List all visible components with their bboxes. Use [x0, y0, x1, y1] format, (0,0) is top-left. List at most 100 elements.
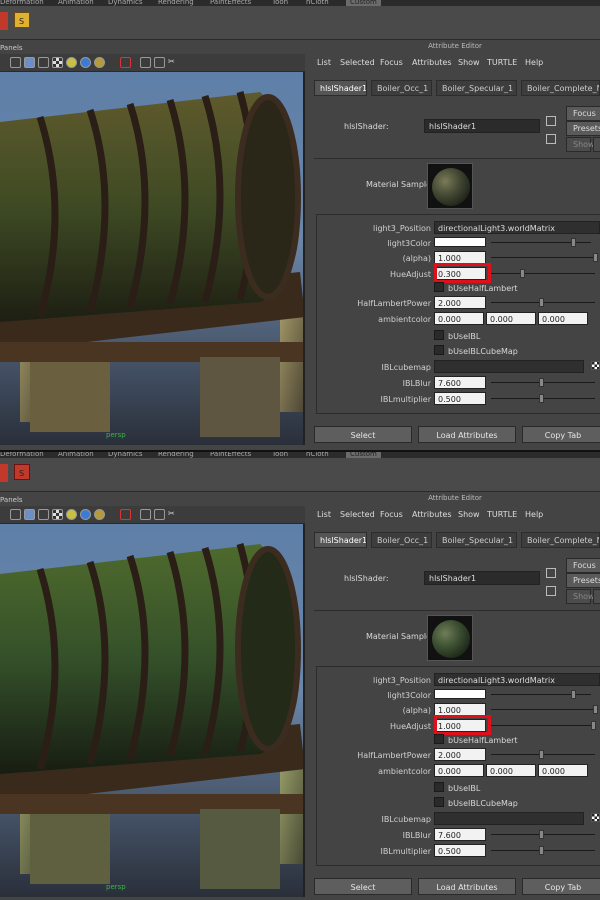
ambientcolor-g-field[interactable]: 0.000 — [486, 312, 536, 325]
menu-attributes[interactable]: Attributes — [412, 510, 452, 519]
isolate-select-icon[interactable] — [120, 57, 131, 68]
iblblur-slider-thumb[interactable] — [539, 378, 544, 387]
hueadjust-slider-thumb[interactable] — [519, 269, 525, 278]
menu-selected[interactable]: Selected — [340, 510, 375, 519]
tab-boiler-specular[interactable]: Boiler_Specular_1 — [436, 80, 517, 96]
wireframe-icon[interactable] — [10, 57, 21, 68]
go-to-output-icon[interactable] — [546, 586, 556, 596]
shader-name-field[interactable]: hlslShader1 — [424, 119, 540, 133]
select-button[interactable]: Select — [314, 426, 412, 443]
sphere-light-icon[interactable] — [80, 509, 91, 520]
map-texture-icon[interactable] — [591, 361, 600, 370]
copy-tab-button[interactable]: Copy Tab — [522, 426, 600, 443]
ambientcolor-r-field[interactable]: 0.000 — [434, 312, 484, 325]
tool-icon[interactable]: ✂ — [168, 57, 179, 68]
hueadjust-slider-thumb[interactable] — [591, 721, 596, 730]
menu-turtle[interactable]: TURTLE — [487, 58, 517, 67]
tab-boiler-specular[interactable]: Boiler_Specular_1 — [436, 532, 517, 548]
menu-item-toon[interactable]: Toon — [272, 452, 288, 458]
halflambertpower-slider-thumb[interactable] — [539, 750, 544, 759]
textured-icon[interactable] — [38, 509, 49, 520]
menu-selected[interactable]: Selected — [340, 58, 375, 67]
tab-boiler-occ[interactable]: Boiler_Occ_1 — [371, 80, 432, 96]
3d-viewport[interactable]: persp — [0, 72, 305, 445]
light-icon[interactable] — [66, 509, 77, 520]
iblcubemap-field[interactable] — [434, 360, 584, 373]
alpha-slider[interactable] — [491, 257, 595, 258]
buseibl-checkbox[interactable] — [434, 330, 444, 340]
menu-item-painteffects[interactable]: PaintEffects — [210, 452, 251, 458]
halflambertpower-slider-thumb[interactable] — [539, 298, 544, 307]
textured-icon[interactable] — [38, 57, 49, 68]
go-to-input-icon[interactable] — [546, 116, 556, 126]
tool-icon[interactable]: ✂ — [168, 509, 179, 520]
iblmultiplier-field[interactable]: 0.500 — [434, 392, 486, 405]
resolution-gate-icon[interactable] — [154, 509, 165, 520]
menu-focus[interactable]: Focus — [380, 58, 403, 67]
menu-help[interactable]: Help — [525, 510, 543, 519]
hide-button[interactable]: H — [593, 589, 600, 604]
presets-button[interactable]: Presets — [566, 121, 600, 136]
isolate-select-icon[interactable] — [120, 509, 131, 520]
checker-icon[interactable] — [52, 509, 63, 520]
light3color-swatch[interactable] — [434, 689, 486, 699]
light3-position-field[interactable]: directionalLight3.worldMatrix — [434, 673, 600, 686]
alpha-slider[interactable] — [491, 709, 595, 710]
iblmultiplier-slider-thumb[interactable] — [539, 846, 544, 855]
menu-show[interactable]: Show — [458, 58, 480, 67]
shelf-script-icon[interactable] — [0, 464, 8, 482]
focus-button[interactable]: Focus — [566, 558, 600, 573]
menu-item-ncloth[interactable]: nCloth — [306, 452, 329, 458]
load-attributes-button[interactable]: Load Attributes — [418, 878, 516, 895]
tab-boiler-complete-normal[interactable]: Boiler_Complete_Norr — [521, 80, 600, 96]
shadow-icon[interactable] — [94, 57, 105, 68]
iblblur-field[interactable]: 7.600 — [434, 376, 486, 389]
tab-boiler-complete-normal[interactable]: Boiler_Complete_Norr — [521, 532, 600, 548]
xray-icon[interactable] — [140, 57, 151, 68]
load-attributes-button[interactable]: Load Attributes — [418, 426, 516, 443]
light-icon[interactable] — [66, 57, 77, 68]
tab-boiler-occ[interactable]: Boiler_Occ_1 — [371, 532, 432, 548]
map-texture-icon[interactable] — [591, 813, 600, 822]
buseibl-checkbox[interactable] — [434, 782, 444, 792]
menu-focus[interactable]: Focus — [380, 510, 403, 519]
go-to-output-icon[interactable] — [546, 134, 556, 144]
shelf-shader-icon[interactable] — [14, 464, 30, 480]
3d-viewport[interactable]: persp — [0, 524, 305, 897]
tab-hlslshader1[interactable]: hlslShader1 — [314, 80, 367, 96]
halflambertpower-field[interactable]: 2.000 — [434, 748, 486, 761]
alpha-slider-thumb[interactable] — [593, 253, 598, 262]
checker-icon[interactable] — [52, 57, 63, 68]
light3color-slider-thumb[interactable] — [571, 690, 576, 699]
buseiblcubemap-checkbox[interactable] — [434, 345, 444, 355]
tab-hlslshader1[interactable]: hlslShader1 — [314, 532, 367, 548]
menu-item-custom[interactable]: Custom — [346, 452, 381, 458]
smooth-shade-icon[interactable] — [24, 509, 35, 520]
shader-name-field[interactable]: hlslShader1 — [424, 571, 540, 585]
wireframe-icon[interactable] — [10, 509, 21, 520]
shelf-shader-icon[interactable] — [14, 12, 30, 28]
menu-turtle[interactable]: TURTLE — [487, 510, 517, 519]
iblblur-slider-thumb[interactable] — [539, 830, 544, 839]
show-button[interactable]: Show — [566, 137, 595, 152]
panels-label[interactable]: Panels — [0, 496, 23, 504]
light3color-swatch[interactable] — [434, 237, 486, 247]
light3color-slider[interactable] — [491, 694, 591, 695]
copy-tab-button[interactable]: Copy Tab — [522, 878, 600, 895]
select-button[interactable]: Select — [314, 878, 412, 895]
menu-list[interactable]: List — [317, 510, 331, 519]
menu-attributes[interactable]: Attributes — [412, 58, 452, 67]
menu-list[interactable]: List — [317, 58, 331, 67]
light3-position-field[interactable]: directionalLight3.worldMatrix — [434, 221, 600, 234]
halflambertpower-field[interactable]: 2.000 — [434, 296, 486, 309]
buse-halflambert-checkbox[interactable] — [434, 734, 444, 744]
hueadjust-slider[interactable] — [491, 725, 595, 726]
smooth-shade-icon[interactable] — [24, 57, 35, 68]
menu-item-deformation[interactable]: Deformation — [0, 452, 44, 458]
hide-button[interactable]: H — [593, 137, 600, 152]
iblblur-field[interactable]: 7.600 — [434, 828, 486, 841]
shelf-script-icon[interactable] — [0, 12, 8, 30]
alpha-slider-thumb[interactable] — [593, 705, 598, 714]
menu-help[interactable]: Help — [525, 58, 543, 67]
go-to-input-icon[interactable] — [546, 568, 556, 578]
